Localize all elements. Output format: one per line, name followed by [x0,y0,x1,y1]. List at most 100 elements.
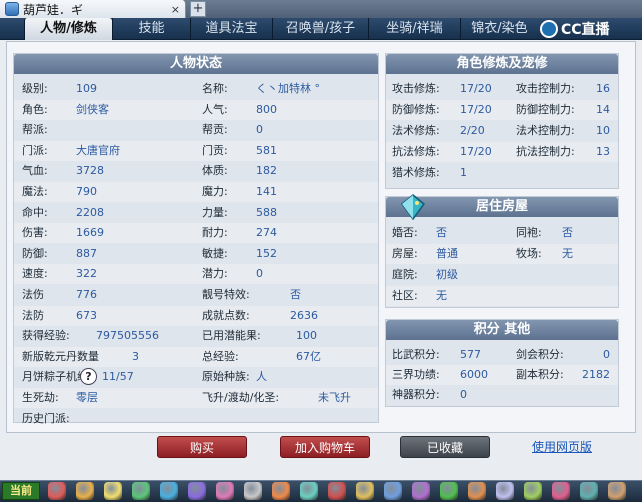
buy-button[interactable]: 购买 [157,436,247,458]
status-row: 获得经验: 797505556 已用潜能果: 100 [14,326,378,346]
character-status-section: 人物状态 级别: 109 名称: く丶加特林 ° 角色: 剑侠客 人气: 800 帮派: 帮贡: 0… [13,53,379,425]
points-label: 三界功绩: [392,368,440,381]
status-label: 飞升/渡劫/化圣: [202,391,280,404]
current-channel-button[interactable]: 当前 [2,482,40,500]
cultivation-value: 17/20 [460,82,492,95]
status-label: 名称: [202,82,228,95]
status-row: 法防 673 成就点数: 2636 [14,305,378,326]
status-value: 3728 [76,164,104,178]
game-taskbar [0,480,642,502]
status-row: 法伤 776 靓号特效: 否 [14,285,378,305]
status-value: 141 [256,185,277,198]
status-label: 防御: [22,246,48,260]
status-value: 3 [132,349,139,363]
tab-items[interactable]: 道具法宝 [190,18,272,40]
status-value: 274 [256,226,277,240]
status-value: 776 [76,288,97,301]
status-value: 大唐官府 [76,143,120,157]
browser-tab[interactable]: 葫芦娃．ギ × [0,0,186,18]
tab-favicon-icon [5,2,19,16]
egg-icon[interactable] [272,482,290,500]
house-row: 社区: 无 [386,286,618,306]
cultivation-value: 17/20 [460,103,492,116]
status-label: 获得经验: [22,329,70,343]
status-label: 帮贡: [202,123,228,137]
status-value: 100 [296,329,317,343]
add-to-cart-button[interactable]: 加入购物车 [280,436,370,458]
tab-pets[interactable]: 召唤兽/孩子 [272,18,368,40]
status-value: 800 [256,102,277,116]
mic-icon[interactable] [48,482,66,500]
star-icon[interactable] [328,482,346,500]
status-value: 152 [256,246,277,260]
bell-icon[interactable] [524,482,542,500]
status-value: 887 [76,246,97,260]
sword-icon[interactable] [300,482,318,500]
status-row: 门派: 大唐官府 门贡: 581 [14,140,378,161]
map-icon[interactable] [440,482,458,500]
status-value: 182 [256,164,277,178]
tab-skills[interactable]: 技能 [112,18,190,40]
status-row: 防御: 887 敏捷: 152 [14,244,378,264]
favorited-button[interactable]: 已收藏 [400,436,490,458]
house-value: 否 [436,226,447,239]
status-value: 零层 [76,391,98,404]
status-label: 生死劫: [22,391,59,404]
window-icon[interactable] [104,482,122,500]
gift-icon[interactable] [244,482,262,500]
gear-icon[interactable] [608,482,626,500]
status-label: 门贡: [202,143,228,157]
person-icon[interactable] [188,482,206,500]
panel-icon[interactable] [132,482,150,500]
status-label: 魔法: [22,185,48,198]
cultivation-row: 猎术修炼: 1 [386,163,618,183]
status-row: 速度: 322 潜力: 0 [14,264,378,285]
tab-close-icon[interactable]: × [171,3,180,16]
cultivation-row: 抗法修炼: 17/20 抗法控制力: 13 [386,142,618,162]
points-label: 神器积分: [392,388,440,401]
bag-icon[interactable] [216,482,234,500]
status-value: 67亿 [296,349,321,363]
shop-icon[interactable] [580,482,598,500]
points-label: 比武积分: [392,348,440,361]
house-section: 居住房屋 婚否: 否同袍: 否房屋: 普通 牧场: 无庭院: 初级 社区: 无 [385,194,619,308]
cc-live-logo: CC直播 [540,19,640,39]
tab-mounts[interactable]: 坐骑/祥瑞 [368,18,460,40]
book-icon[interactable] [412,482,430,500]
cultivation-value: 16 [596,82,610,95]
status-value: 否 [290,288,301,301]
fire-icon[interactable] [356,482,374,500]
flag-icon[interactable] [552,482,570,500]
status-label: 魔力: [202,185,228,198]
house-value: 初级 [436,268,458,281]
points-row: 比武积分: 577 剑会积分: 0 [386,345,618,365]
house-value: 否 [562,226,573,239]
cultivation-label: 法术修炼: [392,124,440,137]
cultivation-row: 攻击修炼: 17/20 攻击控制力: 16 [386,79,618,99]
tab-outfits[interactable]: 锦衣/染色 [460,18,538,40]
use-web-version-link[interactable]: 使用网页版 [532,438,592,455]
help-icon[interactable]: ? [80,368,97,386]
music-icon[interactable] [468,482,486,500]
tab-title: 葫芦娃．ギ [23,2,84,17]
cultivation-row: 防御修炼: 17/20 防御控制力: 14 [386,100,618,120]
scroll-icon[interactable] [384,482,402,500]
chat-icon[interactable] [76,482,94,500]
cultivation-value: 2/20 [460,124,485,137]
gem-icon[interactable] [496,482,514,500]
crystal-icon [400,194,426,220]
status-label: 总经验: [202,349,239,363]
status-label: 角色: [22,102,48,116]
status-value: 0 [256,267,263,281]
points-value: 0 [603,348,610,361]
new-tab-button[interactable]: + [190,1,206,17]
pet-icon[interactable] [160,482,178,500]
status-label: 气血: [22,164,48,178]
cultivation-section: 角色修炼及宠修 攻击修炼: 17/20 攻击控制力: 16 防御修炼: 17/20 防御控制… [385,53,619,189]
status-label: 法防 [22,308,44,322]
status-label: 潜力: [202,267,228,281]
tab-character[interactable]: 人物/修炼 [24,18,112,40]
status-value: 322 [76,267,97,281]
cultivation-value: 1 [460,166,467,179]
house-label: 房屋: [392,247,418,260]
